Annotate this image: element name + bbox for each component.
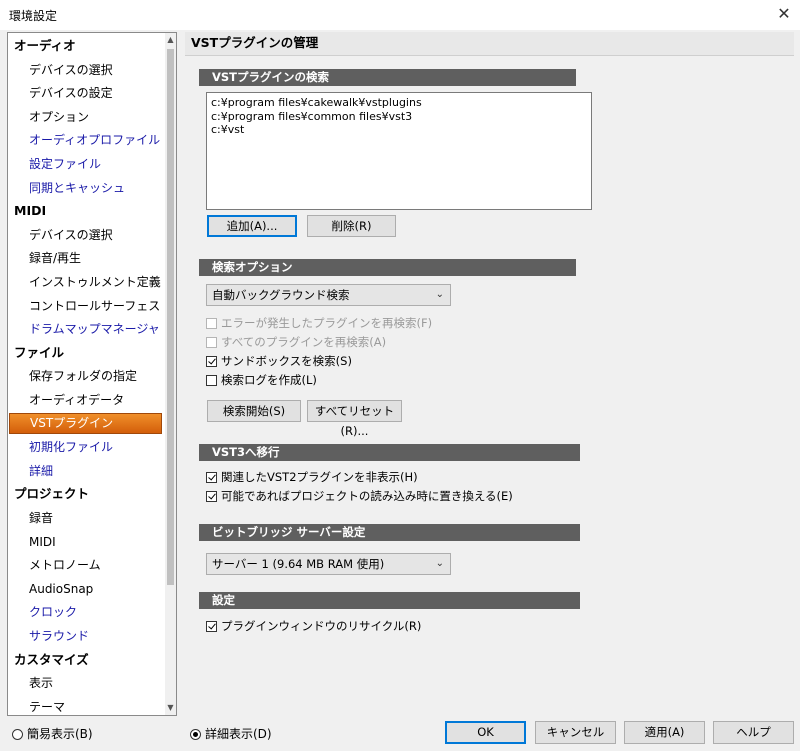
- nav-category[interactable]: プロジェクト: [8, 483, 164, 505]
- vst-search-section-header: VSTプラグインの検索: [199, 69, 576, 86]
- checkbox-label: エラーが発生したプラグインを再検索(F): [221, 316, 433, 330]
- nav-item[interactable]: クロック: [8, 601, 164, 623]
- nav-item[interactable]: 初期化ファイル: [8, 436, 164, 458]
- checkbox-label: プラグインウィンドウのリサイクル(R): [221, 619, 422, 633]
- vst-path-item[interactable]: c:¥program files¥common files¥vst3: [211, 110, 587, 124]
- help-button[interactable]: ヘルプ: [713, 721, 794, 744]
- nav-item[interactable]: 録音/再生: [8, 247, 164, 269]
- scroll-thumb[interactable]: [167, 49, 174, 585]
- nav-scrollbar[interactable]: ▲ ▼: [165, 33, 176, 715]
- server-value: サーバー 1 (9.64 MB RAM 使用): [212, 557, 385, 571]
- nav-category[interactable]: カスタマイズ: [8, 649, 164, 671]
- nav-item[interactable]: MIDI: [8, 531, 164, 553]
- nav-item[interactable]: オーディオデータ: [8, 389, 164, 411]
- chevron-down-icon: ⌄: [435, 289, 444, 300]
- nav-item[interactable]: 設定ファイル: [8, 153, 164, 175]
- vst3-migration-section-header: VST3へ移行: [199, 444, 580, 461]
- create-scan-log-checkbox[interactable]: 検索ログを作成(L): [206, 371, 317, 389]
- nav-item[interactable]: デバイスの選択: [8, 59, 164, 81]
- vst-path-item[interactable]: c:¥program files¥cakewalk¥vstplugins: [211, 96, 587, 110]
- settings-section-header: 設定: [199, 592, 580, 609]
- nav-item[interactable]: サラウンド: [8, 625, 164, 647]
- nav-category[interactable]: オーディオ: [8, 35, 164, 57]
- nav-item[interactable]: 詳細: [8, 460, 164, 482]
- recycle-plugin-window-checkbox[interactable]: プラグインウィンドウのリサイクル(R): [206, 617, 421, 635]
- nav-item[interactable]: デバイスの選択: [8, 224, 164, 246]
- radio-dot: [190, 729, 201, 740]
- cancel-button[interactable]: キャンセル: [535, 721, 616, 744]
- replace-on-load-checkbox[interactable]: 可能であればプロジェクトの読み込み時に置き換える(E): [206, 487, 513, 505]
- start-scan-button[interactable]: 検索開始(S): [207, 400, 301, 422]
- chevron-down-icon: ⌄: [435, 558, 444, 569]
- ok-button[interactable]: OK: [445, 721, 526, 744]
- panel-title: VSTプラグインの管理: [185, 32, 794, 56]
- vst-path-list[interactable]: c:¥program files¥cakewalk¥vstplugins c:¥…: [206, 92, 592, 210]
- radio-label: 詳細表示(D): [205, 727, 272, 741]
- checkbox-box: [206, 356, 217, 367]
- apply-button[interactable]: 適用(A): [624, 721, 705, 744]
- search-mode-value: 自動バックグラウンド検索: [212, 288, 350, 302]
- checkbox-box: [206, 337, 217, 348]
- hide-vst2-checkbox[interactable]: 関連したVST2プラグインを非表示(H): [206, 468, 418, 486]
- reset-all-button[interactable]: すべてリセット(R)...: [307, 400, 402, 438]
- simple-view-radio[interactable]: 簡易表示(B): [12, 724, 93, 744]
- checkbox-label: サンドボックスを検索(S): [221, 354, 352, 368]
- scan-sandbox-checkbox[interactable]: サンドボックスを検索(S): [206, 352, 352, 370]
- bitbridge-section-header: ビットブリッジ サーバー設定: [199, 524, 580, 541]
- checkbox-box: [206, 621, 217, 632]
- scroll-down-icon[interactable]: ▼: [165, 701, 176, 715]
- title-bar: 環境設定 ✕: [0, 0, 800, 30]
- nav-item[interactable]: VSTプラグイン: [9, 412, 162, 434]
- checkbox-label: すべてのプラグインを再検索(A): [221, 335, 387, 349]
- scroll-up-icon[interactable]: ▲: [165, 33, 176, 47]
- nav-item[interactable]: AudioSnap: [8, 578, 164, 600]
- settings-nav-tree: オーディオ デバイスの選択 デバイスの設定 オプション オーディオプロファイル 設定ファイ…: [7, 32, 177, 716]
- delete-path-button[interactable]: 削除(R): [307, 215, 396, 237]
- bitbridge-server-dropdown[interactable]: サーバー 1 (9.64 MB RAM 使用) ⌄: [206, 553, 451, 575]
- detailed-view-radio[interactable]: 詳細表示(D): [190, 724, 272, 744]
- search-options-section-header: 検索オプション: [199, 259, 576, 276]
- nav-category[interactable]: ファイル: [8, 342, 164, 364]
- nav-item[interactable]: 表示: [8, 672, 164, 694]
- radio-dot: [12, 729, 23, 740]
- nav-item[interactable]: コントロールサーフェス: [8, 295, 164, 317]
- rescan-all-checkbox[interactable]: すべてのプラグインを再検索(A): [206, 333, 386, 351]
- checkbox-box: [206, 375, 217, 386]
- nav-item[interactable]: テーマ: [8, 696, 164, 715]
- add-path-button[interactable]: 追加(A)...: [207, 215, 297, 237]
- checkbox-box: [206, 491, 217, 502]
- nav-item[interactable]: 保存フォルダの指定: [8, 365, 164, 387]
- nav-item[interactable]: インストゥルメント定義: [8, 271, 164, 293]
- search-mode-dropdown[interactable]: 自動バックグラウンド検索 ⌄: [206, 284, 451, 306]
- checkbox-label: 関連したVST2プラグインを非表示(H): [221, 470, 418, 484]
- nav-item[interactable]: メトロノーム: [8, 554, 164, 576]
- nav-item[interactable]: デバイスの設定: [8, 82, 164, 104]
- rescan-failed-checkbox[interactable]: エラーが発生したプラグインを再検索(F): [206, 314, 432, 332]
- nav-category[interactable]: MIDI: [8, 200, 164, 222]
- nav-item[interactable]: 録音: [8, 507, 164, 529]
- checkbox-label: 可能であればプロジェクトの読み込み時に置き換える(E): [221, 489, 513, 503]
- nav-item[interactable]: 同期とキャッシュ: [8, 177, 164, 199]
- checkbox-box: [206, 472, 217, 483]
- radio-label: 簡易表示(B): [27, 727, 93, 741]
- nav-item[interactable]: オプション: [8, 106, 164, 128]
- close-icon[interactable]: ✕: [772, 3, 796, 25]
- window-title: 環境設定: [9, 9, 58, 23]
- checkbox-box: [206, 318, 217, 329]
- checkbox-label: 検索ログを作成(L): [221, 373, 317, 387]
- vst-path-item[interactable]: c:¥vst: [211, 123, 587, 137]
- nav-item[interactable]: ドラムマップマネージャ: [8, 318, 164, 340]
- nav-item[interactable]: オーディオプロファイル: [8, 129, 164, 151]
